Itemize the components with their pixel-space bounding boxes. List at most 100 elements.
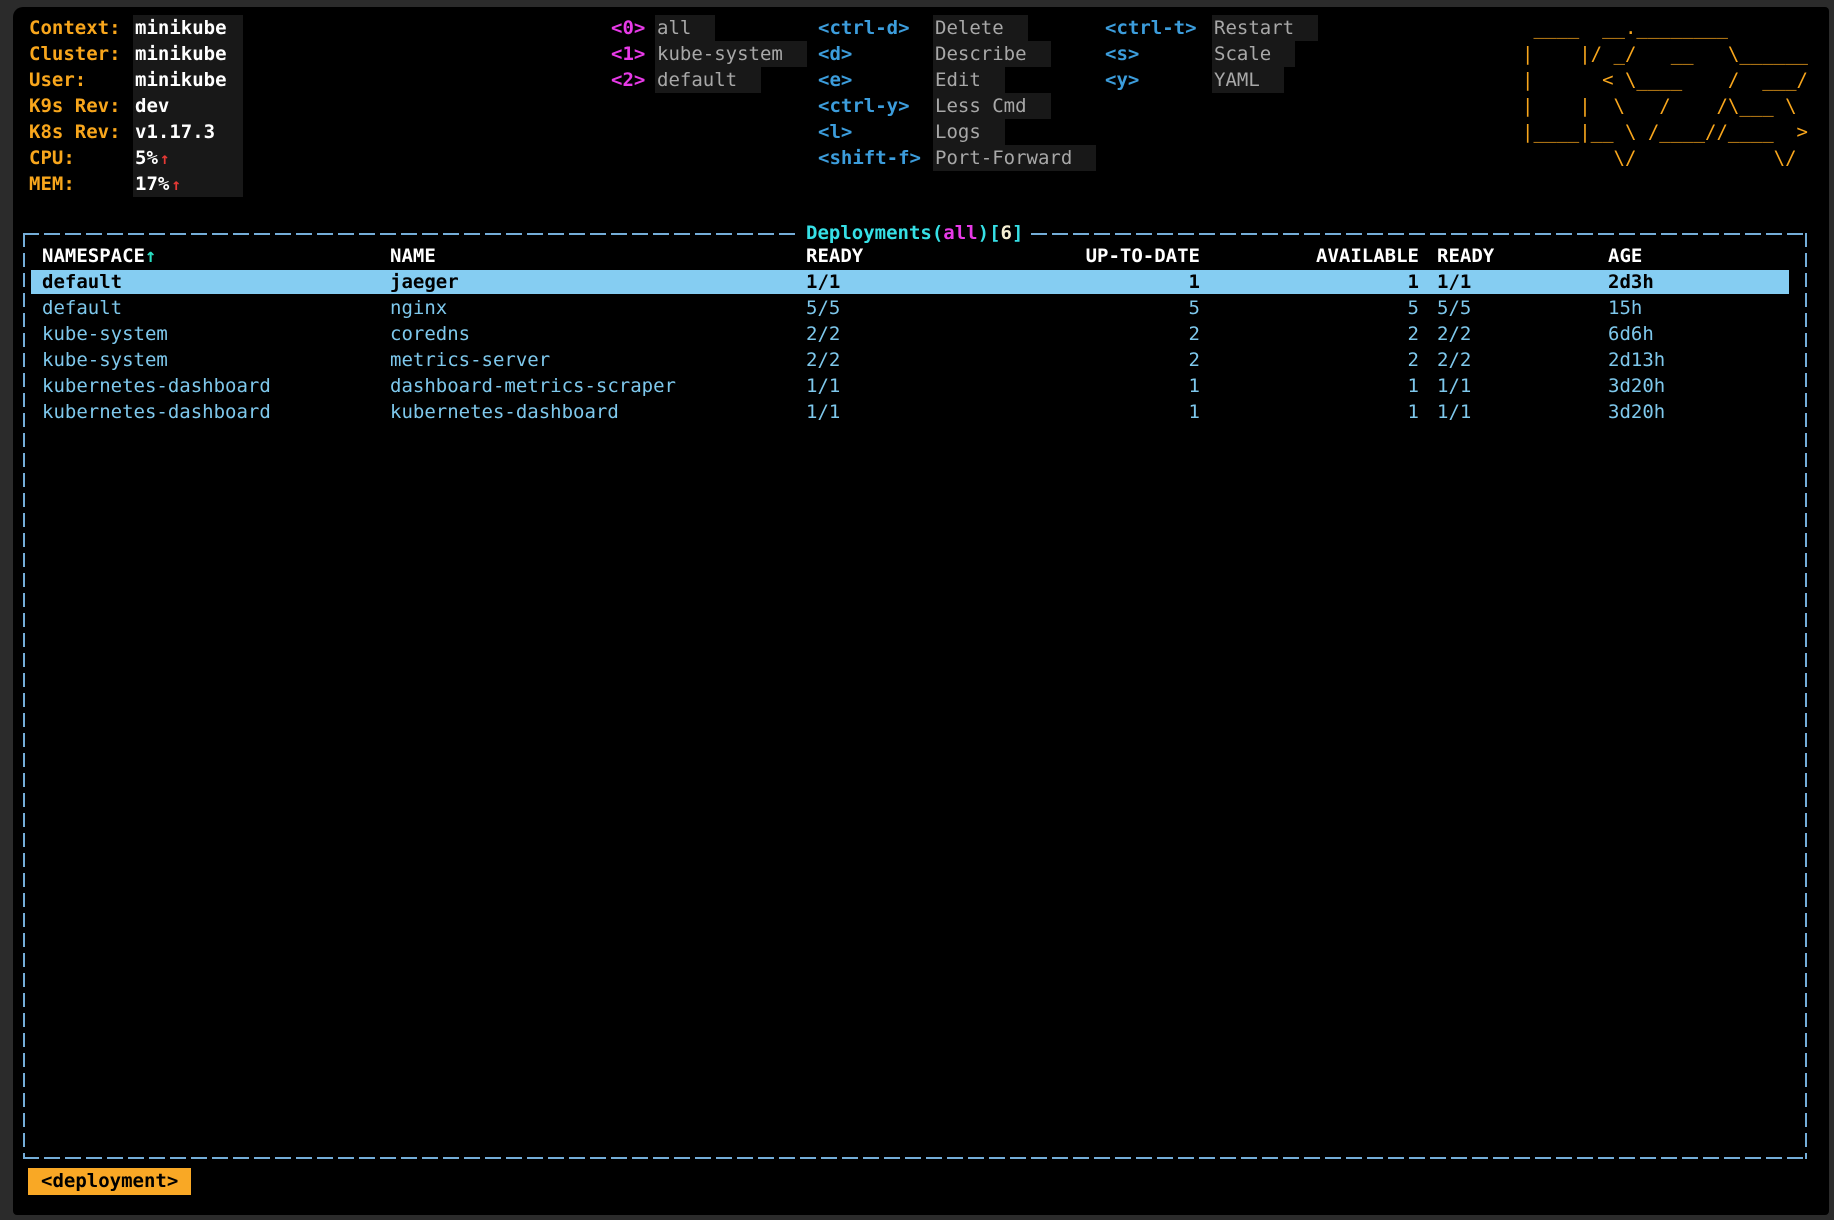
menu-item-port-forward: <shift-f> Port-Forward <box>818 145 1096 171</box>
table-border-right <box>1805 233 1807 1159</box>
breadcrumb-deployment: <deployment> <box>28 1168 191 1195</box>
mem-row: MEM: 17%↑ <box>29 171 243 197</box>
context-value: minikube <box>133 15 243 41</box>
menu-item-edit: <e> Edit <box>818 67 1096 93</box>
cell-age: 3d20h <box>1608 399 1665 425</box>
cell-ready2: 1/1 <box>1437 399 1471 425</box>
column-header-available[interactable]: AVAILABLE <box>1265 243 1419 269</box>
table-row-dashboard-metrics-scraper[interactable]: kubernetes-dashboard dashboard-metrics-s… <box>25 373 1805 399</box>
cell-name: coredns <box>390 321 470 347</box>
cluster-row: Cluster: minikube <box>29 41 243 67</box>
cell-namespace: kube-system <box>42 321 168 347</box>
cell-up-to-date: 2 <box>1045 321 1200 347</box>
cell-up-to-date: 1 <box>1045 373 1200 399</box>
hotkey-1: <1> <box>611 41 655 67</box>
menu-item-label: Delete <box>933 15 1028 41</box>
cell-available: 1 <box>1265 373 1419 399</box>
menu-item-describe: <d> Describe <box>818 41 1096 67</box>
menu-item-default: <2> default <box>611 67 807 93</box>
cell-age: 3d20h <box>1608 373 1665 399</box>
table-row-nginx[interactable]: default nginx 5/5 5 5 5/5 15h <box>25 295 1805 321</box>
cpu-label: CPU: <box>29 145 133 171</box>
hotkey-l: <l> <box>818 119 933 145</box>
menu-item-scale: <s> Scale <box>1105 41 1318 67</box>
cell-available: 1 <box>1265 269 1419 295</box>
namespace-menu: <0> all <1> kube-system <2> default <box>611 15 807 93</box>
cluster-info-panel: Context: minikube Cluster: minikube User… <box>29 15 243 197</box>
hotkey-s: <s> <box>1105 41 1212 67</box>
hotkey-0: <0> <box>611 15 655 41</box>
table-row-count: 6 <box>1001 222 1012 244</box>
mem-value: 17%↑ <box>133 171 243 197</box>
cell-namespace: kube-system <box>42 347 168 373</box>
column-header-namespace[interactable]: NAMESPACE↑ <box>42 243 156 269</box>
cpu-up-arrow-icon: ↑ <box>160 149 170 168</box>
cell-available: 2 <box>1265 321 1419 347</box>
column-header-up-to-date[interactable]: UP-TO-DATE <box>1045 243 1200 269</box>
table-row-coredns[interactable]: kube-system coredns 2/2 2 2 2/2 6d6h <box>25 321 1805 347</box>
cell-namespace: kubernetes-dashboard <box>42 373 271 399</box>
cell-name: jaeger <box>390 269 459 295</box>
k8s-rev-value: v1.17.3 <box>133 119 243 145</box>
cell-age: 15h <box>1608 295 1642 321</box>
k9s-rev-label: K9s Rev: <box>29 93 133 119</box>
cluster-label: Cluster: <box>29 41 133 67</box>
cell-name: metrics-server <box>390 347 550 373</box>
menu-item-label: Scale <box>1212 41 1295 67</box>
column-header-age[interactable]: AGE <box>1608 243 1642 269</box>
menu-item-kube-system: <1> kube-system <box>611 41 807 67</box>
cell-age: 6d6h <box>1608 321 1654 347</box>
hotkey-shift-f: <shift-f> <box>818 145 933 171</box>
sort-ascending-icon: ↑ <box>145 245 156 267</box>
table-row-metrics-server[interactable]: kube-system metrics-server 2/2 2 2 2/2 2… <box>25 347 1805 373</box>
cell-available: 5 <box>1265 295 1419 321</box>
menu-item-label: default <box>655 67 761 93</box>
table-title: Deployments(all)[6] <box>798 221 1031 245</box>
cell-ready: 1/1 <box>806 399 840 425</box>
cell-name: kubernetes-dashboard <box>390 399 619 425</box>
menu-item-label: all <box>655 15 715 41</box>
table-border-bottom <box>23 1157 1807 1159</box>
cell-ready: 1/1 <box>806 373 840 399</box>
cell-ready: 1/1 <box>806 269 840 295</box>
menu-item-all: <0> all <box>611 15 807 41</box>
table-row-jaeger[interactable]: default jaeger 1/1 1 1 1/1 2d3h <box>25 269 1805 295</box>
hotkey-ctrl-d: <ctrl-d> <box>818 15 933 41</box>
menu-item-logs: <l> Logs <box>818 119 1096 145</box>
k9s-terminal-window: Context: minikube Cluster: minikube User… <box>13 7 1829 1215</box>
cell-namespace: default <box>42 269 122 295</box>
k9s-rev-value: dev <box>133 93 243 119</box>
user-row: User: minikube <box>29 67 243 93</box>
user-label: User: <box>29 67 133 93</box>
menu-item-label: Restart <box>1212 15 1318 41</box>
hotkey-y: <y> <box>1105 67 1212 93</box>
cell-up-to-date: 2 <box>1045 347 1200 373</box>
cell-up-to-date: 5 <box>1045 295 1200 321</box>
k8s-rev-label: K8s Rev: <box>29 119 133 145</box>
cell-up-to-date: 1 <box>1045 399 1200 425</box>
cell-available: 1 <box>1265 399 1419 425</box>
table-row-kubernetes-dashboard[interactable]: kubernetes-dashboard kubernetes-dashboar… <box>25 399 1805 425</box>
cell-up-to-date: 1 <box>1045 269 1200 295</box>
command-menu-left: <ctrl-d> Delete <d> Describe <e> Edit <c… <box>818 15 1096 171</box>
menu-item-label: Describe <box>933 41 1051 67</box>
menu-item-delete: <ctrl-d> Delete <box>818 15 1096 41</box>
table-title-resource: Deployments <box>806 222 932 244</box>
column-header-ready[interactable]: READY <box>806 243 863 269</box>
hotkey-ctrl-y: <ctrl-y> <box>818 93 933 119</box>
user-value: minikube <box>133 67 243 93</box>
cell-ready2: 2/2 <box>1437 347 1471 373</box>
menu-item-less-cmd: <ctrl-y> Less Cmd <box>818 93 1096 119</box>
menu-item-label: YAML <box>1212 67 1284 93</box>
context-label: Context: <box>29 15 133 41</box>
cell-ready2: 2/2 <box>1437 321 1471 347</box>
cell-ready2: 1/1 <box>1437 373 1471 399</box>
cell-available: 2 <box>1265 347 1419 373</box>
cpu-row: CPU: 5%↑ <box>29 145 243 171</box>
column-header-ready2[interactable]: READY <box>1437 243 1494 269</box>
mem-label: MEM: <box>29 171 133 197</box>
cell-ready: 5/5 <box>806 295 840 321</box>
column-header-name[interactable]: NAME <box>390 243 436 269</box>
menu-item-label: kube-system <box>655 41 807 67</box>
table-body: NAMESPACE↑ NAME READY UP-TO-DATE AVAILAB… <box>25 243 1805 425</box>
